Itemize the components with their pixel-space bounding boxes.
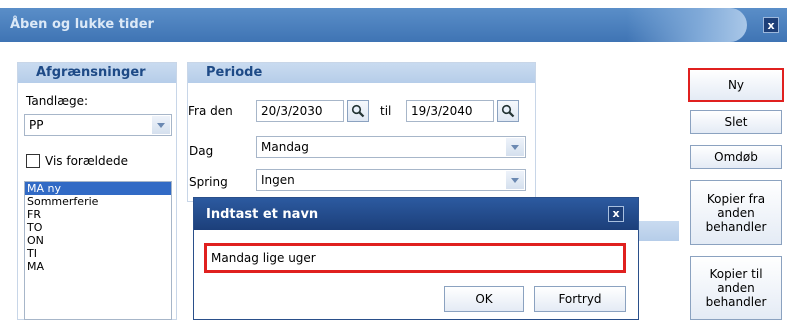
copy-from-line2: anden: [717, 205, 755, 220]
from-date-field[interactable]: 20/3/2030: [256, 100, 344, 122]
list-item-selected[interactable]: MA ny: [25, 182, 171, 195]
copy-from-line1: Kopier fra: [706, 191, 766, 206]
list-item[interactable]: TO: [25, 221, 171, 234]
list-item[interactable]: TI: [25, 247, 171, 260]
copy-to-button[interactable]: Kopier til anden behandler: [690, 256, 782, 320]
show-old-label: Vis forældede: [45, 154, 128, 168]
copy-to-line3: behandler: [705, 295, 767, 309]
to-date-field[interactable]: 19/3/2040: [406, 100, 494, 122]
magnifier-icon: [351, 104, 365, 118]
titlebar-decoration: [627, 8, 747, 42]
delete-button[interactable]: Slet: [690, 110, 782, 134]
skip-label: Spring: [189, 175, 228, 189]
list-item[interactable]: FR: [25, 208, 171, 221]
day-select[interactable]: Mandag: [256, 136, 526, 158]
window-title: Åben og lukke tider: [10, 17, 154, 32]
magnifier-icon: [501, 104, 515, 118]
cancel-button[interactable]: Fortryd: [534, 286, 626, 312]
schedule-listbox[interactable]: MA ny Sommerferie FR TO ON TI MA: [24, 181, 172, 320]
copy-from-line3: behandler: [705, 219, 767, 234]
show-old-checkbox[interactable]: [26, 154, 40, 168]
from-date-search-button[interactable]: [347, 100, 369, 122]
dialog-title: Indtast et navn: [206, 207, 319, 222]
to-date-search-button[interactable]: [497, 100, 519, 122]
list-item[interactable]: MA: [25, 260, 171, 273]
chevron-down-icon[interactable]: [152, 116, 170, 134]
to-label: til: [380, 104, 392, 118]
from-label: Fra den: [188, 104, 233, 118]
period-group-header: Periode: [188, 63, 535, 83]
copy-to-line2: anden: [717, 281, 755, 295]
chevron-down-icon[interactable]: [506, 171, 524, 189]
ok-button[interactable]: OK: [444, 286, 524, 312]
dentist-label: Tandlæge:: [26, 94, 89, 108]
dentist-select-value: PP: [29, 118, 44, 132]
name-input[interactable]: Mandag lige uger: [204, 243, 626, 273]
chevron-down-icon[interactable]: [506, 138, 524, 156]
list-item[interactable]: Sommerferie: [25, 195, 171, 208]
window-close-button[interactable]: x: [763, 17, 779, 33]
dialog-titlebar: Indtast et navn x: [194, 198, 638, 230]
new-button[interactable]: Ny: [688, 68, 784, 102]
list-item[interactable]: ON: [25, 234, 171, 247]
day-label: Dag: [189, 144, 214, 158]
skip-select-value: Ingen: [261, 173, 295, 187]
underlying-panel-header: [639, 221, 679, 241]
copy-to-line1: Kopier til: [709, 267, 763, 281]
filters-group-header: Afgrænsninger: [18, 63, 176, 83]
skip-select[interactable]: Ingen: [256, 169, 526, 191]
dialog-close-button[interactable]: x: [608, 206, 624, 222]
name-dialog: Indtast et navn x Mandag lige uger OK Fo…: [193, 197, 639, 320]
rename-button[interactable]: Omdøb: [690, 145, 782, 169]
window-titlebar: Åben og lukke tider x: [0, 8, 787, 42]
day-select-value: Mandag: [261, 140, 309, 154]
dentist-select[interactable]: PP: [24, 114, 172, 136]
copy-from-button[interactable]: Kopier fra anden behandler: [690, 180, 782, 245]
